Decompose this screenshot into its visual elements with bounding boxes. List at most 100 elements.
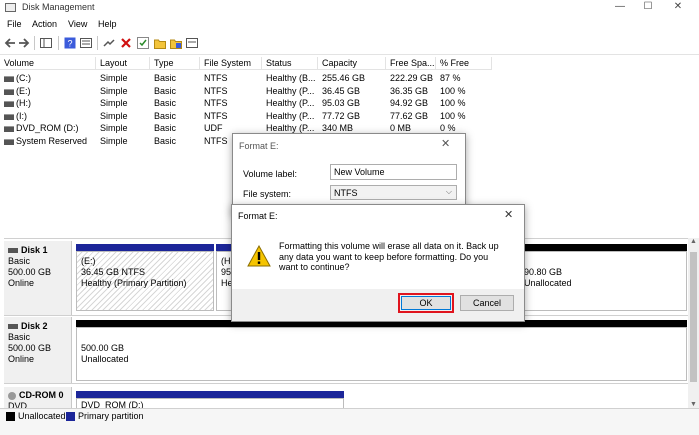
cdrom-icon bbox=[8, 391, 16, 400]
table-row[interactable]: (H:) Simple Basic NTFS Healthy (P... 95.03 GB… bbox=[0, 97, 699, 109]
list-icon[interactable] bbox=[186, 37, 198, 49]
disk-type: Basic bbox=[8, 256, 31, 266]
warning-icon bbox=[247, 245, 271, 267]
scroll-down-arrow[interactable]: ▼ bbox=[688, 401, 699, 408]
disk-type: Basic bbox=[8, 332, 31, 342]
table-cell: Healthy (P... bbox=[266, 110, 315, 121]
console-tree-icon[interactable] bbox=[40, 37, 52, 49]
minimize-button[interactable]: — bbox=[607, 0, 633, 14]
disk-row[interactable]: CD-ROM 0 DVD DVD_ROM (D:) bbox=[4, 387, 695, 411]
menu-view[interactable]: View bbox=[68, 19, 87, 29]
properties-icon[interactable] bbox=[80, 37, 92, 49]
table-row[interactable]: (I:) Simple Basic NTFS Healthy (P... 77.72 GB… bbox=[0, 110, 699, 122]
column-header-status[interactable]: Status bbox=[262, 57, 318, 70]
svg-text:?: ? bbox=[67, 39, 72, 49]
table-cell: Basic bbox=[154, 85, 177, 96]
table-cell: 100 % bbox=[440, 110, 466, 121]
table-cell: NTFS bbox=[204, 73, 228, 83]
column-header-type[interactable]: Type bbox=[150, 57, 200, 70]
window-title: Disk Management bbox=[22, 2, 95, 12]
volume-name-cell: (H:) bbox=[16, 98, 31, 108]
table-cell: Simple bbox=[100, 85, 128, 96]
ok-button[interactable]: OK bbox=[401, 296, 451, 310]
partition-bar bbox=[76, 391, 344, 398]
table-cell: Healthy (P... bbox=[266, 85, 315, 96]
table-cell: 87 % bbox=[440, 73, 461, 83]
partition-unallocated[interactable]: 90.80 GB Unallocated bbox=[519, 244, 687, 311]
disk-info[interactable]: Disk 1 Basic 500.00 GB Online bbox=[4, 241, 72, 315]
partition-e[interactable]: (E:) 36.45 GB NTFS Healthy (Primary Part… bbox=[76, 244, 214, 311]
confirm-dialog-title: Format E: bbox=[238, 211, 278, 221]
file-system-select[interactable]: NTFS ⌵ bbox=[330, 185, 457, 200]
column-header-free-space[interactable]: Free Spa... bbox=[386, 57, 436, 70]
menu-help[interactable]: Help bbox=[98, 19, 117, 29]
disk-name: Disk 1 bbox=[21, 245, 48, 255]
partition-body[interactable]: 90.80 GB Unallocated bbox=[519, 251, 687, 311]
unallocated-swatch bbox=[6, 412, 15, 421]
table-cell: Simple bbox=[100, 135, 128, 146]
column-header-file-system[interactable]: File System bbox=[200, 57, 262, 70]
close-icon[interactable]: ✕ bbox=[504, 208, 513, 221]
table-cell: Simple bbox=[100, 123, 128, 133]
back-icon[interactable] bbox=[4, 37, 16, 49]
maximize-button[interactable]: ☐ bbox=[635, 0, 661, 14]
close-window-button[interactable]: ✕ bbox=[665, 0, 691, 14]
table-cell: 77.72 GB bbox=[322, 110, 361, 121]
title-bar: Disk Management — ☐ ✕ bbox=[0, 0, 699, 16]
toolbar-separator bbox=[34, 36, 35, 50]
table-cell: Healthy (B... bbox=[266, 73, 316, 83]
file-system-value: NTFS bbox=[334, 188, 358, 198]
menu-file[interactable]: File bbox=[7, 19, 22, 29]
volume-label-input[interactable] bbox=[330, 164, 457, 180]
connect-icon[interactable] bbox=[103, 37, 115, 49]
partition-unallocated[interactable]: 500.00 GB Unallocated bbox=[76, 320, 687, 381]
scrollbar-thumb[interactable] bbox=[690, 252, 697, 382]
toolbar-separator bbox=[58, 36, 59, 50]
help-icon[interactable]: ? bbox=[64, 37, 76, 49]
column-header-capacity[interactable]: Capacity bbox=[318, 57, 386, 70]
partition-body[interactable]: (E:) 36.45 GB NTFS Healthy (Primary Part… bbox=[76, 251, 214, 311]
disk-name: Disk 2 bbox=[21, 321, 48, 331]
disk-management-icon bbox=[5, 3, 16, 12]
volume-name-cell: (E:) bbox=[16, 85, 31, 96]
table-cell: Simple bbox=[100, 73, 128, 83]
folder-icon[interactable] bbox=[154, 37, 166, 49]
partition-dvd[interactable]: DVD_ROM (D:) bbox=[76, 391, 344, 409]
partition-name: (E:) bbox=[81, 256, 96, 266]
delete-icon[interactable] bbox=[120, 37, 132, 49]
check-icon[interactable] bbox=[137, 37, 149, 49]
volume-name-cell: (I:) bbox=[16, 110, 27, 121]
cancel-button[interactable]: Cancel bbox=[460, 295, 514, 311]
table-cell: 100 % bbox=[440, 85, 466, 96]
table-cell: Basic bbox=[154, 98, 177, 108]
table-row[interactable]: (E:) Simple Basic NTFS Healthy (P... 36.45 GB… bbox=[0, 85, 699, 97]
table-cell: 77.62 GB bbox=[390, 110, 429, 121]
disk-size: 500.00 GB bbox=[8, 267, 52, 277]
volume-icon bbox=[4, 88, 14, 95]
volume-name-cell: (C:) bbox=[16, 73, 31, 83]
disk-info[interactable]: Disk 2 Basic 500.00 GB Online bbox=[4, 317, 72, 383]
column-header-layout[interactable]: Layout bbox=[96, 57, 150, 70]
toolbar-separator bbox=[97, 36, 98, 50]
table-cell: 36.35 GB bbox=[390, 85, 429, 96]
volume-name-cell: DVD_ROM (D:) bbox=[16, 123, 79, 133]
disk-icon bbox=[8, 248, 18, 253]
menu-action[interactable]: Action bbox=[32, 19, 57, 29]
partition-body[interactable]: 500.00 GB Unallocated bbox=[76, 327, 687, 381]
volume-icon bbox=[4, 138, 14, 145]
column-header-volume[interactable]: Volume bbox=[0, 57, 96, 70]
disk-icon bbox=[8, 324, 18, 329]
close-icon[interactable]: ✕ bbox=[441, 137, 450, 150]
menu-bar: File Action View Help bbox=[0, 17, 699, 32]
toolbar: ? bbox=[0, 33, 699, 55]
scroll-up-arrow[interactable]: ▲ bbox=[688, 238, 699, 245]
legend-unallocated: Unallocated bbox=[18, 411, 66, 421]
column-header-percent-free[interactable]: % Free bbox=[436, 57, 492, 70]
vertical-scrollbar[interactable]: ▲ ▼ bbox=[688, 238, 699, 408]
table-cell: Basic bbox=[154, 110, 177, 121]
table-row[interactable]: (C:) Simple Basic NTFS Healthy (B... 255.46 G… bbox=[0, 72, 699, 84]
disk-info[interactable]: CD-ROM 0 DVD bbox=[4, 387, 72, 411]
forward-icon[interactable] bbox=[18, 37, 30, 49]
folder-open-icon[interactable] bbox=[170, 37, 182, 49]
disk-row[interactable]: Disk 2 Basic 500.00 GB Online 500.00 GB … bbox=[4, 317, 695, 384]
